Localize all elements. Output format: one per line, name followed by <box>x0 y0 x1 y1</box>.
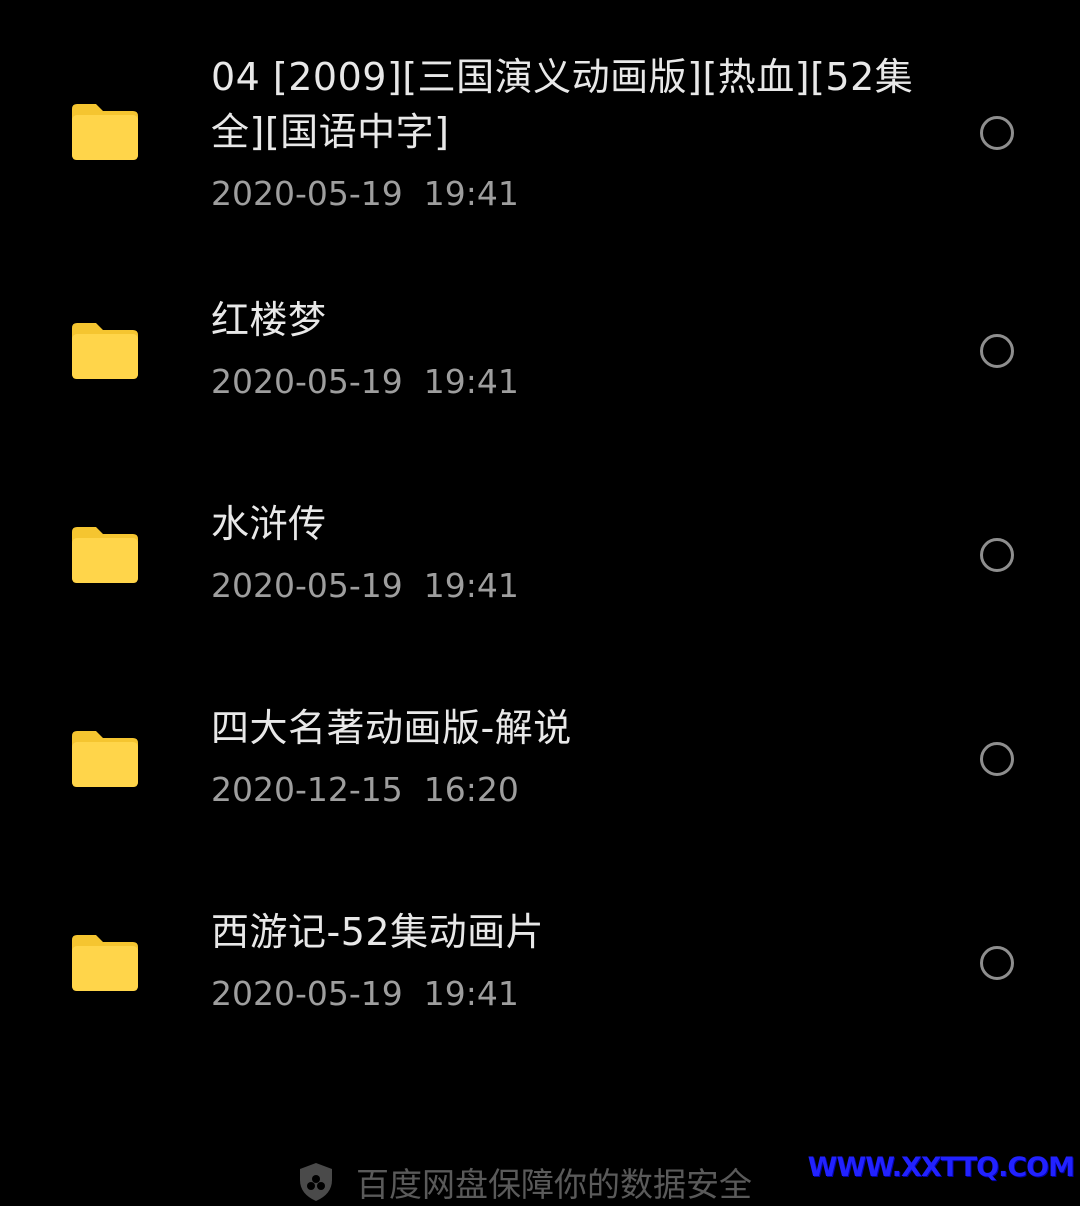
file-row-2[interactable]: 水浒传 2020-05-19 19:41 <box>0 466 1080 666</box>
file-name: 04 [2009][三国演义动画版][热血][52集全][国语中字] <box>211 55 914 154</box>
file-name: 四大名著动画版-解说 <box>211 706 572 750</box>
select-radio[interactable] <box>980 116 1014 150</box>
file-date: 2020-05-19 19:41 <box>211 362 519 401</box>
file-info: 西游记-52集动画片 2020-05-19 19:41 <box>211 905 931 1014</box>
select-radio[interactable] <box>980 946 1014 980</box>
file-row-3[interactable]: 四大名著动画版-解说 2020-12-15 16:20 <box>0 670 1080 870</box>
select-radio[interactable] <box>980 538 1014 572</box>
file-name: 水浒传 <box>211 502 327 546</box>
watermark: WWW.XXTTQ.COM <box>807 1152 1075 1183</box>
file-info: 04 [2009][三国演义动画版][热血][52集全][国语中字] 2020-… <box>211 50 931 214</box>
folder-icon <box>72 935 138 991</box>
security-footer-text: 百度网盘保障你的数据安全 <box>356 1165 752 1204</box>
folder-icon <box>72 104 138 160</box>
file-info: 水浒传 2020-05-19 19:41 <box>211 497 931 606</box>
file-row-4[interactable]: 西游记-52集动画片 2020-05-19 19:41 <box>0 874 1080 1074</box>
security-footer: 百度网盘保障你的数据安全 <box>298 1162 752 1204</box>
file-date: 2020-05-19 19:41 <box>211 566 519 605</box>
folder-icon <box>72 731 138 787</box>
file-date: 2020-12-15 16:20 <box>211 770 519 809</box>
file-date: 2020-05-19 19:41 <box>211 974 519 1013</box>
file-info: 四大名著动画版-解说 2020-12-15 16:20 <box>211 701 931 810</box>
file-info: 红楼梦 2020-05-19 19:41 <box>211 293 931 402</box>
file-name: 红楼梦 <box>211 298 327 342</box>
select-radio[interactable] <box>980 334 1014 368</box>
file-row-0[interactable]: 04 [2009][三国演义动画版][热血][52集全][国语中字] 2020-… <box>0 0 1080 213</box>
shield-icon <box>300 1163 332 1201</box>
file-date: 2020-05-19 19:41 <box>211 174 519 213</box>
select-radio[interactable] <box>980 742 1014 776</box>
file-name: 西游记-52集动画片 <box>211 910 545 954</box>
folder-icon <box>72 323 138 379</box>
folder-icon <box>72 527 138 583</box>
file-row-1[interactable]: 红楼梦 2020-05-19 19:41 <box>0 262 1080 462</box>
